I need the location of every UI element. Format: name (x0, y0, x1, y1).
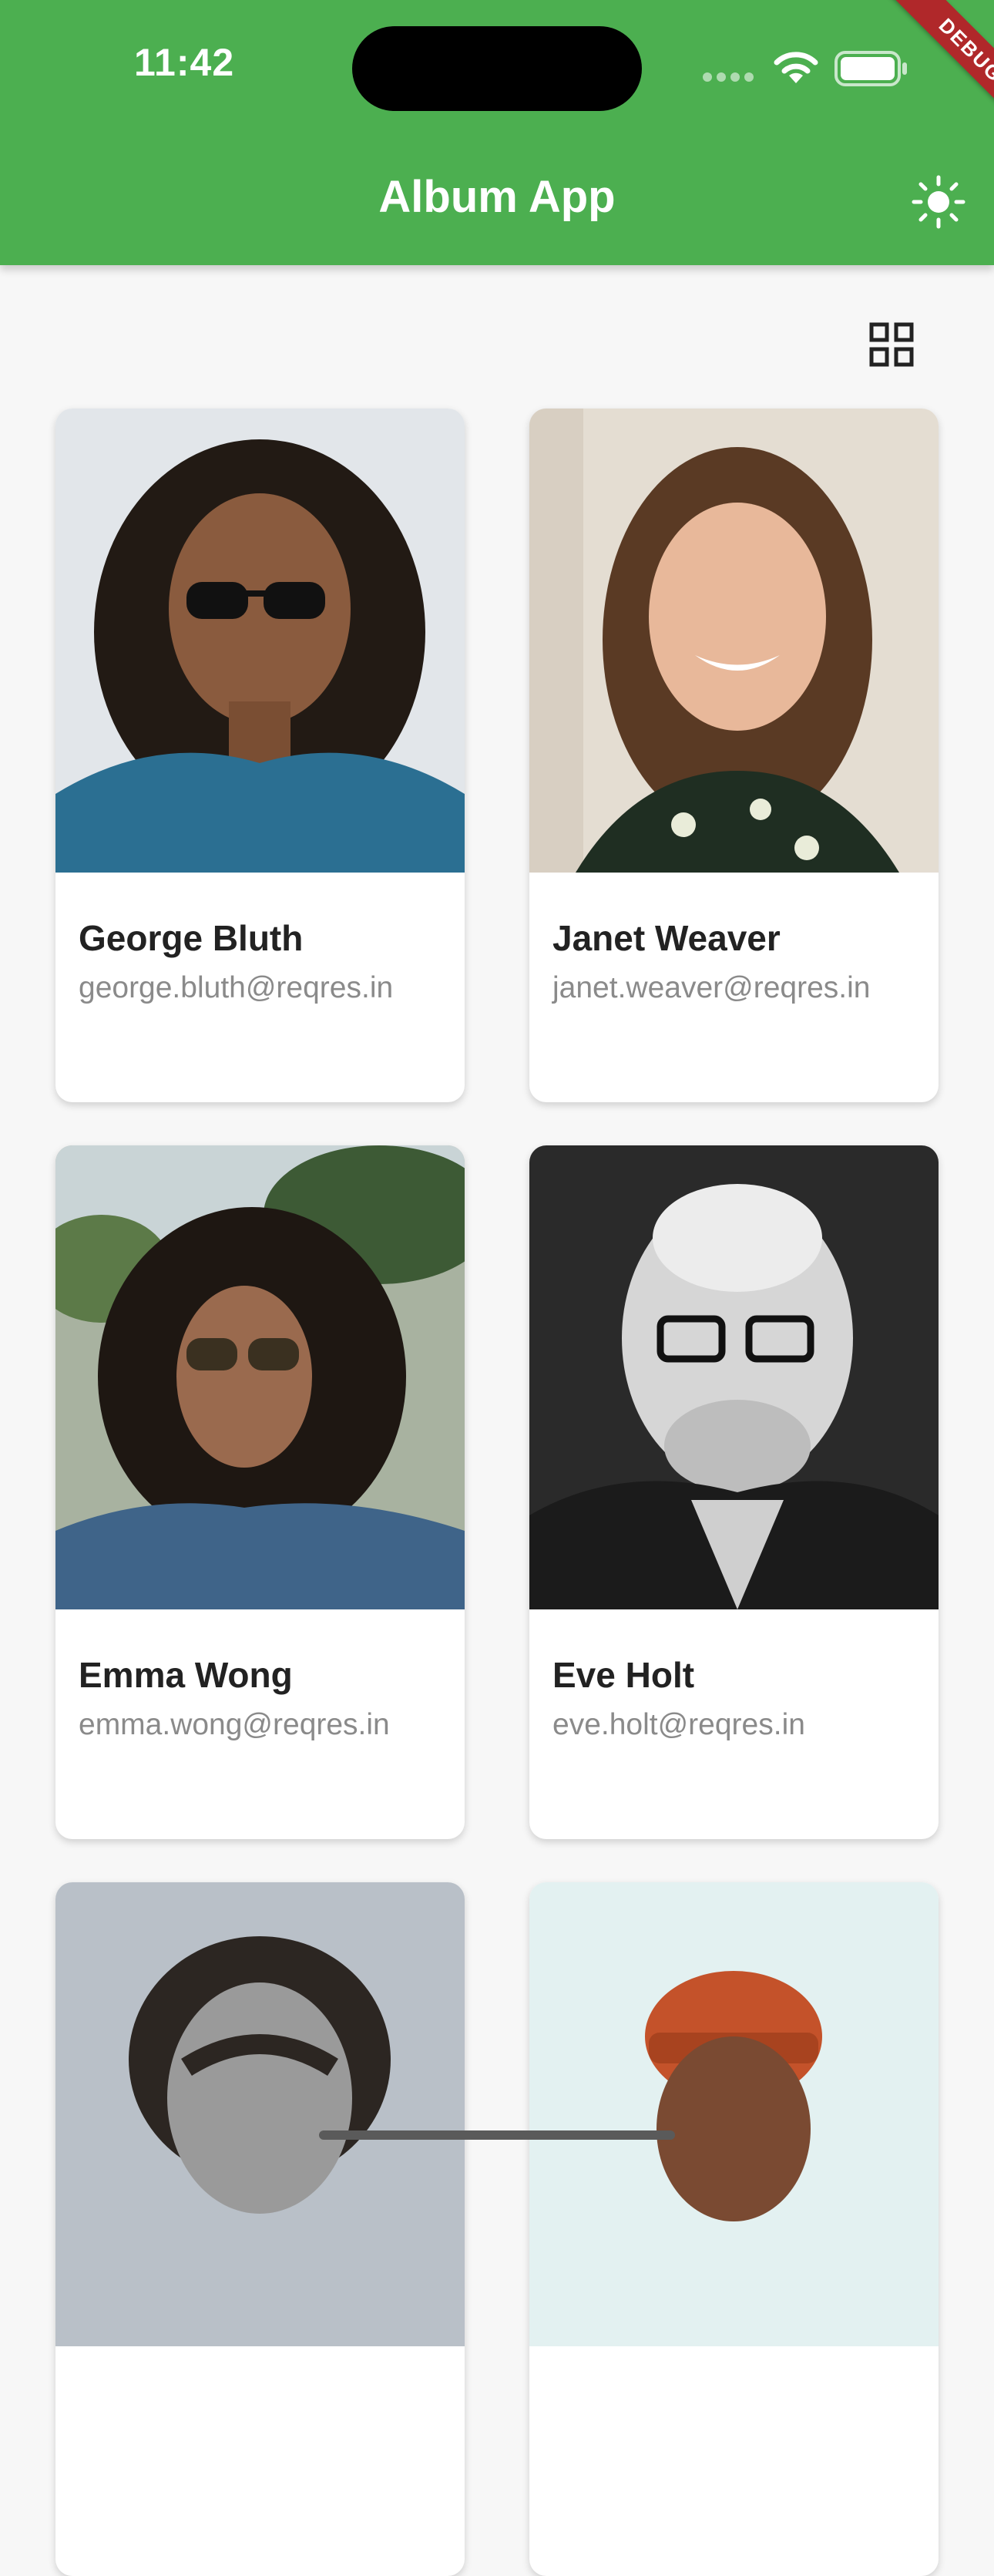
user-photo (55, 1882, 465, 2346)
user-name: Eve Holt (552, 1655, 695, 1695)
user-photo (55, 409, 465, 873)
status-time: 11:42 (134, 41, 235, 84)
user-card[interactable]: Emma Wong emma.wong@reqres.in (55, 1145, 465, 1839)
sun-icon[interactable] (911, 174, 966, 230)
wifi-icon (774, 52, 818, 83)
user-name: Janet Weaver (552, 918, 781, 958)
user-photo (529, 409, 939, 873)
page-title: Album App (378, 172, 616, 222)
user-email: eve.holt@reqres.in (552, 1708, 805, 1741)
app-bar: 11:42 DEBUG Album App (0, 0, 994, 265)
user-email: george.bluth@reqres.in (79, 971, 394, 1004)
user-email: emma.wong@reqres.in (79, 1708, 390, 1741)
user-card[interactable]: George Bluth george.bluth@reqres.in (55, 409, 465, 1102)
cellular-signal-icon (703, 72, 754, 82)
user-name: Emma Wong (79, 1655, 293, 1695)
user-card[interactable]: Janet Weaver janet.weaver@reqres.in (529, 409, 939, 1102)
user-card[interactable] (529, 1882, 939, 2576)
user-photo (529, 1145, 939, 1609)
grid-view-icon[interactable] (869, 322, 914, 367)
user-card[interactable]: Eve Holt eve.holt@reqres.in (529, 1145, 939, 1839)
home-indicator[interactable] (319, 2130, 675, 2140)
user-name: George Bluth (79, 918, 304, 958)
user-photo (55, 1145, 465, 1609)
user-photo (529, 1882, 939, 2346)
dynamic-island (352, 26, 642, 111)
user-card[interactable] (55, 1882, 465, 2576)
battery-icon (834, 51, 907, 86)
user-email: janet.weaver@reqres.in (552, 971, 871, 1004)
